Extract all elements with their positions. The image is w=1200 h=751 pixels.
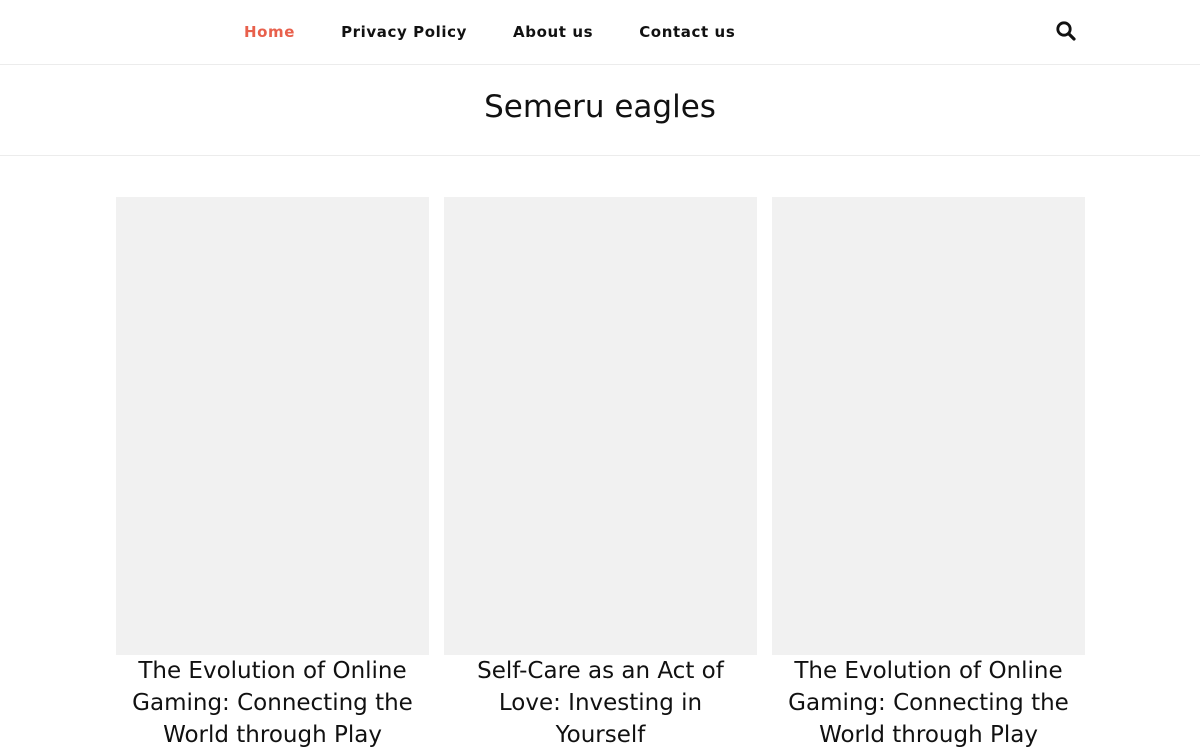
nav-link-about-us[interactable]: About us [513, 23, 593, 41]
post-title[interactable]: Self-Care as an Act of Love: Investing i… [444, 655, 757, 751]
post-card: The Evolution of Online Gaming: Connecti… [772, 197, 1085, 751]
post-title[interactable]: The Evolution of Online Gaming: Connecti… [772, 655, 1085, 751]
post-thumbnail[interactable] [116, 197, 429, 655]
post-title[interactable]: The Evolution of Online Gaming: Connecti… [116, 655, 429, 751]
nav-link-contact-us[interactable]: Contact us [639, 23, 735, 41]
site-header: Semeru eagles [0, 65, 1200, 156]
menu-item-home: Home [244, 23, 341, 41]
nav-link-privacy-policy[interactable]: Privacy Policy [341, 23, 467, 41]
main-menu: Home Privacy Policy About us Contact us [244, 0, 781, 64]
post-card: Self-Care as an Act of Love: Investing i… [444, 197, 757, 751]
nav-link-home[interactable]: Home [244, 23, 295, 41]
post-card: The Evolution of Online Gaming: Connecti… [116, 197, 429, 751]
post-thumbnail[interactable] [772, 197, 1085, 655]
menu-item-about-us: About us [513, 23, 639, 41]
post-thumbnail[interactable] [444, 197, 757, 655]
site-title[interactable]: Semeru eagles [484, 89, 716, 131]
menu-item-contact-us: Contact us [639, 23, 781, 41]
menu-item-privacy-policy: Privacy Policy [341, 23, 513, 41]
post-grid: The Evolution of Online Gaming: Connecti… [116, 197, 1085, 751]
search-button[interactable] [1055, 20, 1077, 42]
search-icon [1056, 21, 1076, 41]
top-navigation: Home Privacy Policy About us Contact us [0, 0, 1200, 65]
